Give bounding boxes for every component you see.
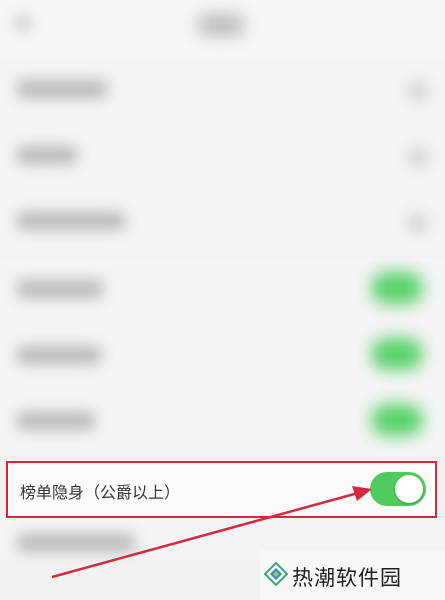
row-label-blurred [16,412,96,430]
settings-row-blurred[interactable] [0,324,445,390]
row-label-blurred [16,534,136,552]
row-label-blurred [16,80,108,98]
settings-row-blurred[interactable] [0,390,445,456]
settings-row-blurred[interactable] [0,124,445,190]
page-title-blurred [198,14,244,36]
watermark: 热潮软件园 [260,550,445,600]
leaderboard-stealth-row[interactable]: 榜单隐身（公爵以上） [6,461,437,518]
chevron-right-icon [407,146,429,168]
toggle-knob [395,475,423,503]
row-label-blurred [16,146,78,164]
settings-row-blurred[interactable] [0,258,445,324]
leaderboard-stealth-toggle[interactable] [370,472,426,506]
row-label-blurred [16,346,102,364]
leaderboard-stealth-label: 榜单隐身（公爵以上） [20,483,181,502]
settings-page: 榜单隐身（公爵以上） 热潮软件园 [0,0,445,600]
chevron-right-icon [407,80,429,102]
chevron-right-icon [407,212,429,234]
watermark-text: 热潮软件园 [292,566,402,590]
row-label-blurred [16,280,104,298]
toggle-switch-blurred[interactable] [371,338,423,370]
settings-row-blurred[interactable] [0,58,445,124]
row-label-blurred [16,212,126,230]
diamond-logo-icon [264,562,288,586]
back-icon[interactable] [14,14,32,32]
settings-row-blurred[interactable] [0,190,445,256]
top-bar [0,0,445,58]
toggle-switch-blurred[interactable] [371,272,423,304]
toggle-switch-blurred[interactable] [371,404,423,436]
